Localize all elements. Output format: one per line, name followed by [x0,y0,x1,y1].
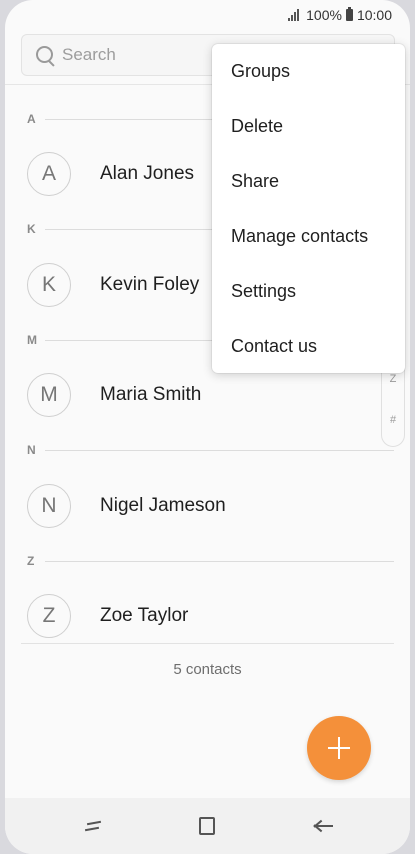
back-icon[interactable] [311,814,337,838]
contact-name: Kevin Foley [100,274,200,295]
section-letter: Z [27,554,35,568]
contacts-count: 5 contacts [173,661,242,678]
contact-row[interactable]: Z Zoe Taylor [27,591,394,641]
contact-name: Zoe Taylor [100,605,189,626]
section-letter: A [27,112,36,126]
index-letter[interactable]: Z [382,373,404,385]
overflow-menu: Groups Delete Share Manage contacts Sett… [212,44,405,373]
avatar: A [27,152,71,196]
navigation-bar [5,798,410,854]
contact-name: Maria Smith [100,384,202,405]
menu-item-groups[interactable]: Groups [212,44,405,99]
menu-item-delete[interactable]: Delete [212,99,405,154]
avatar: K [27,263,71,307]
section-divider [45,449,394,451]
avatar: Z [27,594,71,638]
status-bar: 100% 10:00 [5,0,410,32]
home-icon[interactable] [199,817,215,835]
recents-icon[interactable] [81,814,107,838]
battery-icon [345,7,353,21]
contact-row[interactable]: M Maria Smith [27,370,394,420]
section-letter: K [27,222,36,236]
section-divider [45,560,394,562]
section-letter: N [27,443,36,457]
list-end-divider [21,643,394,644]
section-header-z: Z [27,552,394,570]
avatar: M [27,373,71,417]
contact-name: Alan Jones [100,163,195,184]
avatar: N [27,484,71,528]
index-letter[interactable]: # [382,414,404,426]
search-placeholder: Search [62,45,116,64]
menu-item-share[interactable]: Share [212,154,405,209]
phone-screen: 100% 10:00 Search A A Alan Jones K K Kev… [5,0,410,854]
contact-name: Nigel Jameson [100,495,226,516]
clock: 10:00 [356,7,392,23]
signal-icon [288,9,302,21]
menu-item-manage-contacts[interactable]: Manage contacts [212,209,405,264]
contact-row[interactable]: N Nigel Jameson [27,481,394,531]
search-icon [36,46,54,64]
menu-item-contact-us[interactable]: Contact us [212,319,405,374]
section-header-n: N [27,441,394,459]
battery-percent: 100% [306,7,342,23]
section-letter: M [27,333,37,347]
menu-item-settings[interactable]: Settings [212,264,405,319]
add-contact-button[interactable] [307,716,371,780]
